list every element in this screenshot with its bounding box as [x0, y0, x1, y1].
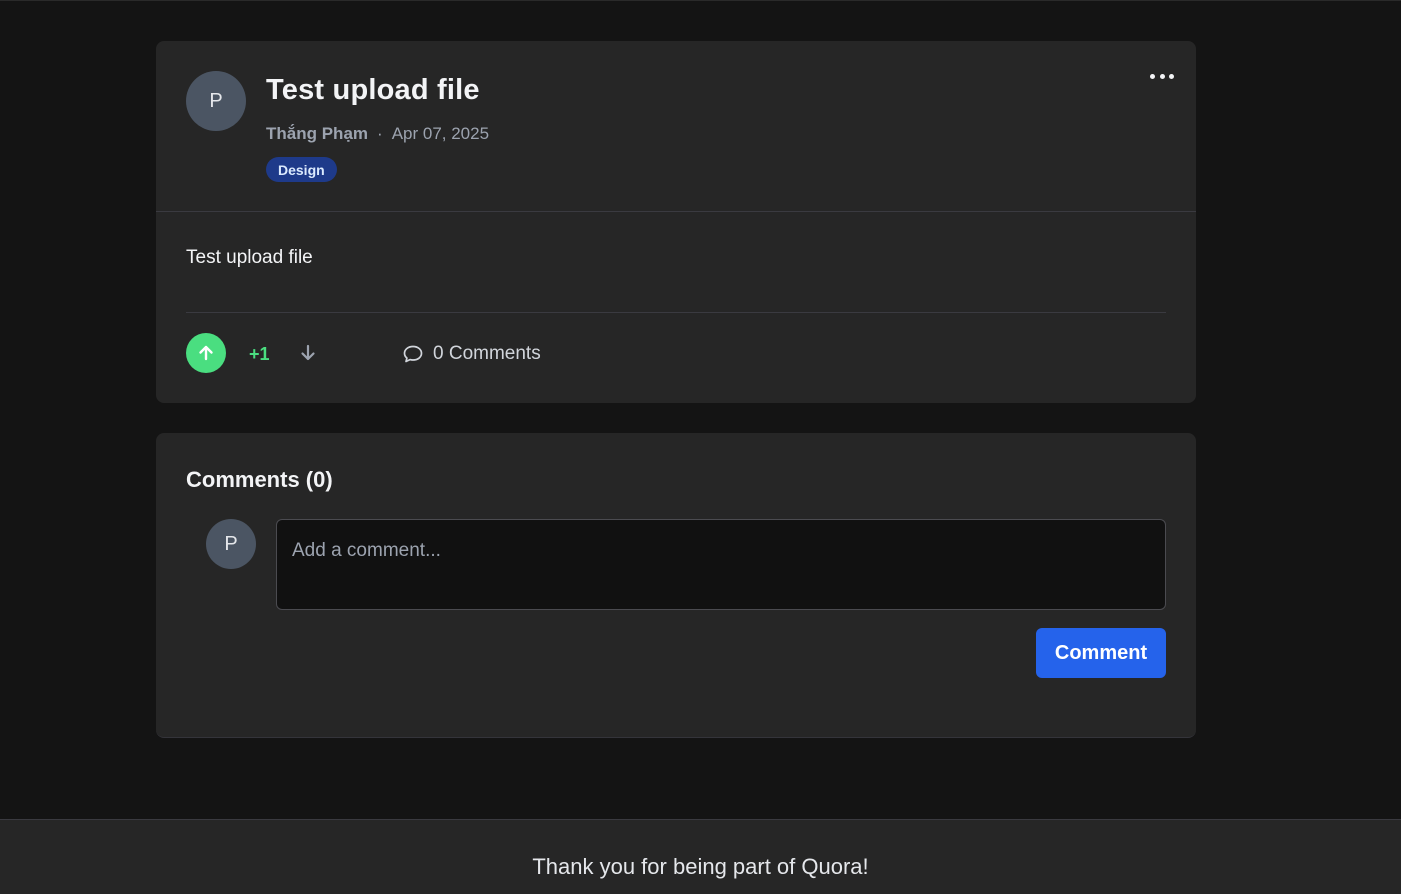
- comments-count-label: 0 Comments: [433, 343, 541, 364]
- arrow-down-icon: [301, 344, 315, 361]
- more-horizontal-icon: [1150, 73, 1155, 79]
- post-card: P Test upload file Thắng Phạm · Apr 07, …: [156, 41, 1196, 403]
- more-horizontal-icon-dot: [1159, 73, 1165, 79]
- post-meta: Thắng Phạm · Apr 07, 2025: [266, 124, 489, 144]
- comment-input[interactable]: [276, 519, 1166, 610]
- downvote-button[interactable]: [296, 341, 320, 365]
- post-title: Test upload file: [266, 74, 480, 106]
- page: P Test upload file Thắng Phạm · Apr 07, …: [0, 0, 1401, 894]
- more-options-button[interactable]: [1150, 69, 1174, 83]
- topic-tag[interactable]: Design: [266, 157, 337, 182]
- upvote-button[interactable]: [186, 333, 226, 373]
- comments-heading: Comments (0): [186, 467, 333, 492]
- more-horizontal-icon-dot: [1169, 73, 1174, 79]
- footer-text: Thank you for being part of Quora!: [532, 854, 869, 879]
- author-avatar[interactable]: P: [186, 71, 246, 131]
- post-date: Apr 07, 2025: [391, 124, 490, 143]
- header-divider: [156, 211, 1196, 212]
- comments-link[interactable]: 0 Comments: [402, 341, 541, 367]
- avatar-initial: P: [224, 532, 238, 555]
- author-name[interactable]: Thắng Phạm: [266, 124, 368, 144]
- comments-section: Comments (0) P Comment: [156, 433, 1196, 738]
- comment-bubble-icon: [403, 345, 423, 363]
- comment-submit-button[interactable]: Comment: [1036, 628, 1166, 678]
- actions-divider: [186, 312, 1166, 313]
- arrow-up-icon: [199, 345, 213, 361]
- footer: Thank you for being part of Quora!: [0, 819, 1401, 894]
- current-user-avatar: P: [206, 519, 256, 569]
- avatar-initial: P: [209, 89, 223, 112]
- vote-count: +1: [249, 344, 270, 364]
- meta-separator: ·: [377, 124, 383, 143]
- post-body: Test upload file: [186, 247, 313, 268]
